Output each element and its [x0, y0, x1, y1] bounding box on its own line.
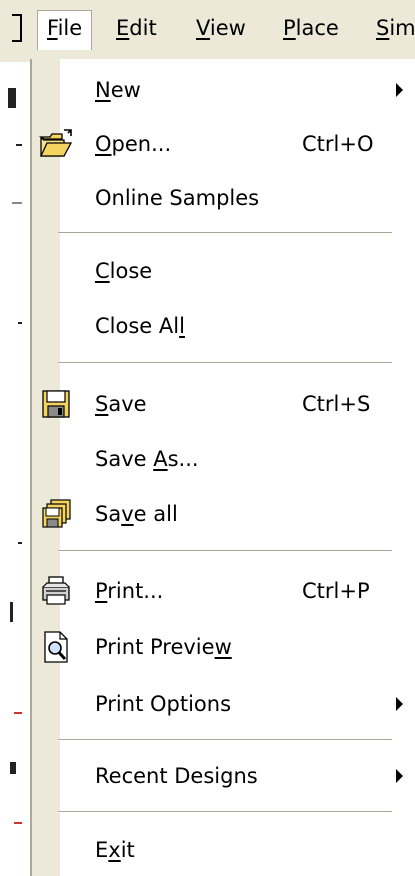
menu-item-print-preview[interactable]: Print Preview — [32, 622, 415, 672]
menu-separator — [58, 362, 392, 364]
file-menu-dropdown: New Open... Ctrl+O Online Samples Close … — [30, 59, 415, 876]
menu-item-open-label: Open... — [95, 132, 172, 156]
menu-simulate[interactable]: Sim — [376, 14, 415, 42]
menu-item-print[interactable]: Print... Ctrl+P — [32, 566, 415, 616]
background-canvas-strip — [0, 62, 30, 876]
submenu-arrow-icon — [396, 83, 403, 97]
menu-item-save-label: Save — [95, 392, 147, 416]
menu-item-new-label: New — [95, 78, 141, 102]
menu-item-print-options[interactable]: Print Options — [32, 679, 415, 729]
menu-place[interactable]: Place — [283, 14, 339, 42]
print-preview-icon — [38, 629, 74, 665]
window-edge-fragment — [12, 14, 22, 42]
menu-item-close-label: Close — [95, 259, 153, 283]
menu-item-online-samples[interactable]: Online Samples — [32, 173, 415, 223]
menu-item-print-shortcut: Ctrl+P — [302, 579, 370, 603]
menu-item-close-all[interactable]: Close All — [32, 301, 415, 351]
submenu-arrow-icon — [396, 769, 403, 783]
folder-open-icon — [38, 126, 74, 162]
multi-floppy-icon — [38, 496, 74, 532]
menu-item-save[interactable]: Save Ctrl+S — [32, 379, 415, 429]
submenu-arrow-icon — [396, 697, 403, 711]
menu-item-exit[interactable]: Exit — [32, 825, 415, 875]
menu-item-close-all-label: Close All — [95, 314, 185, 338]
menu-item-save-as-label: Save As... — [95, 447, 199, 471]
menu-item-new[interactable]: New — [32, 65, 415, 115]
menu-separator — [58, 739, 392, 741]
menu-item-print-label: Print... — [95, 579, 164, 603]
menu-item-open[interactable]: Open... Ctrl+O — [32, 119, 415, 169]
menu-item-online-samples-label: Online Samples — [95, 186, 260, 210]
menu-item-print-preview-label: Print Preview — [95, 635, 232, 659]
menu-item-save-shortcut: Ctrl+S — [302, 392, 371, 416]
printer-icon — [38, 573, 74, 609]
menu-item-save-as[interactable]: Save As... — [32, 434, 415, 484]
menu-bar: File Edit View Place Sim — [0, 0, 415, 62]
menu-file-label: File — [47, 16, 83, 40]
menu-item-recent-designs[interactable]: Recent Designs — [32, 751, 415, 801]
menu-item-open-shortcut: Ctrl+O — [302, 132, 374, 156]
menu-view[interactable]: View — [196, 14, 246, 42]
menu-item-exit-label: Exit — [95, 838, 135, 862]
menu-item-save-all-label: Save all — [95, 502, 178, 526]
menu-edit[interactable]: Edit — [116, 14, 157, 42]
menu-separator — [58, 811, 392, 813]
menu-separator — [58, 550, 392, 552]
menu-file[interactable]: File — [37, 10, 93, 50]
menu-item-save-all[interactable]: Save all — [32, 489, 415, 539]
menu-item-close[interactable]: Close — [32, 246, 415, 296]
menu-item-recent-designs-label: Recent Designs — [95, 764, 258, 788]
menu-separator — [58, 232, 392, 234]
floppy-disk-icon — [38, 386, 74, 422]
menu-item-print-options-label: Print Options — [95, 692, 232, 716]
